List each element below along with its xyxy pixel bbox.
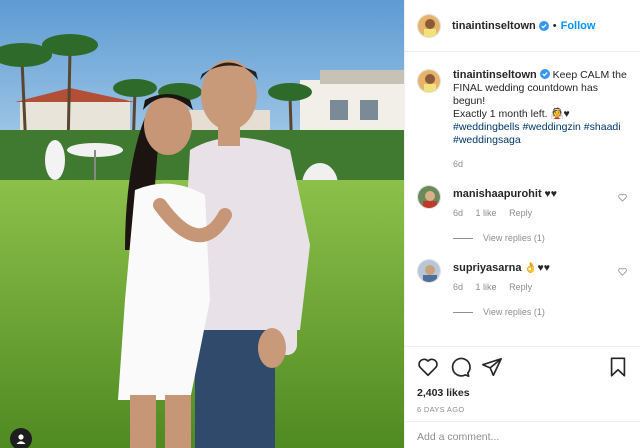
view-replies-label: View replies (1) — [483, 233, 545, 243]
comment-age[interactable]: 6d — [453, 282, 463, 292]
comment-text: ♥♥ — [544, 188, 558, 200]
comment-text: 👌♥♥ — [524, 262, 550, 274]
caption-avatar[interactable] — [417, 69, 441, 93]
replies-divider — [453, 311, 473, 313]
follow-button[interactable]: Follow — [561, 20, 596, 32]
caption: tinaintinseltown Keep CALM the FINAL wed… — [417, 69, 629, 171]
commenter-avatar[interactable] — [417, 185, 441, 209]
hashtag-link[interactable]: #shaadi — [584, 121, 621, 133]
couple-photo-illustration — [0, 0, 404, 448]
commenter-username[interactable]: manishaapurohit — [453, 188, 542, 200]
comment-item: supriyasarna 👌♥♥ 6d 1 like Reply — [417, 259, 629, 294]
view-replies-button[interactable]: View replies (1) — [453, 307, 629, 317]
post-photo[interactable] — [0, 0, 404, 448]
comment-item: manishaapurohit ♥♥ 6d 1 like Reply — [417, 185, 629, 220]
paper-plane-icon[interactable] — [481, 356, 503, 378]
post-header: tinaintinseltown • Follow — [405, 0, 640, 52]
bookmark-icon[interactable] — [607, 356, 629, 378]
post-date[interactable]: 6 DAYS AGO — [417, 405, 629, 414]
verified-badge-icon — [539, 69, 550, 79]
comment-likes[interactable]: 1 like — [476, 282, 497, 292]
heart-outline-icon[interactable] — [417, 356, 439, 378]
author-username[interactable]: tinaintinseltown — [452, 20, 536, 32]
comment-likes[interactable]: 1 like — [476, 208, 497, 218]
user-tag-icon[interactable] — [10, 428, 32, 448]
speech-bubble-icon[interactable] — [449, 356, 471, 378]
separator-dot: • — [552, 19, 557, 32]
view-replies-label: View replies (1) — [483, 307, 545, 317]
verified-badge-icon — [538, 20, 549, 31]
replies-divider — [453, 237, 473, 239]
comment-age[interactable]: 6d — [453, 208, 463, 218]
comment-like-icon[interactable] — [618, 193, 627, 202]
hashtag-link[interactable]: #weddingbells — [453, 121, 520, 133]
reply-button[interactable]: Reply — [509, 208, 532, 218]
like-count[interactable]: 2,403 likes — [417, 387, 629, 399]
post-details-panel: tinaintinseltown • Follow tinaintinselto… — [404, 0, 640, 448]
add-comment-input[interactable]: Add a comment... — [405, 421, 640, 448]
author-avatar[interactable] — [417, 13, 441, 38]
view-replies-button[interactable]: View replies (1) — [453, 233, 629, 243]
commenter-avatar[interactable] — [417, 259, 441, 283]
comment-like-icon[interactable] — [618, 267, 627, 276]
hashtag-link[interactable]: #weddingzin — [522, 121, 580, 133]
commenter-username[interactable]: supriyasarna — [453, 262, 521, 274]
caption-line2: Exactly 1 month left. 👰♥ — [453, 108, 570, 120]
reply-button[interactable]: Reply — [509, 282, 532, 292]
comments-list[interactable]: tinaintinseltown Keep CALM the FINAL wed… — [405, 60, 640, 345]
hashtag-link[interactable]: #weddingsaga — [453, 134, 521, 146]
caption-age[interactable]: 6d — [453, 159, 463, 169]
caption-username[interactable]: tinaintinseltown — [453, 69, 537, 81]
